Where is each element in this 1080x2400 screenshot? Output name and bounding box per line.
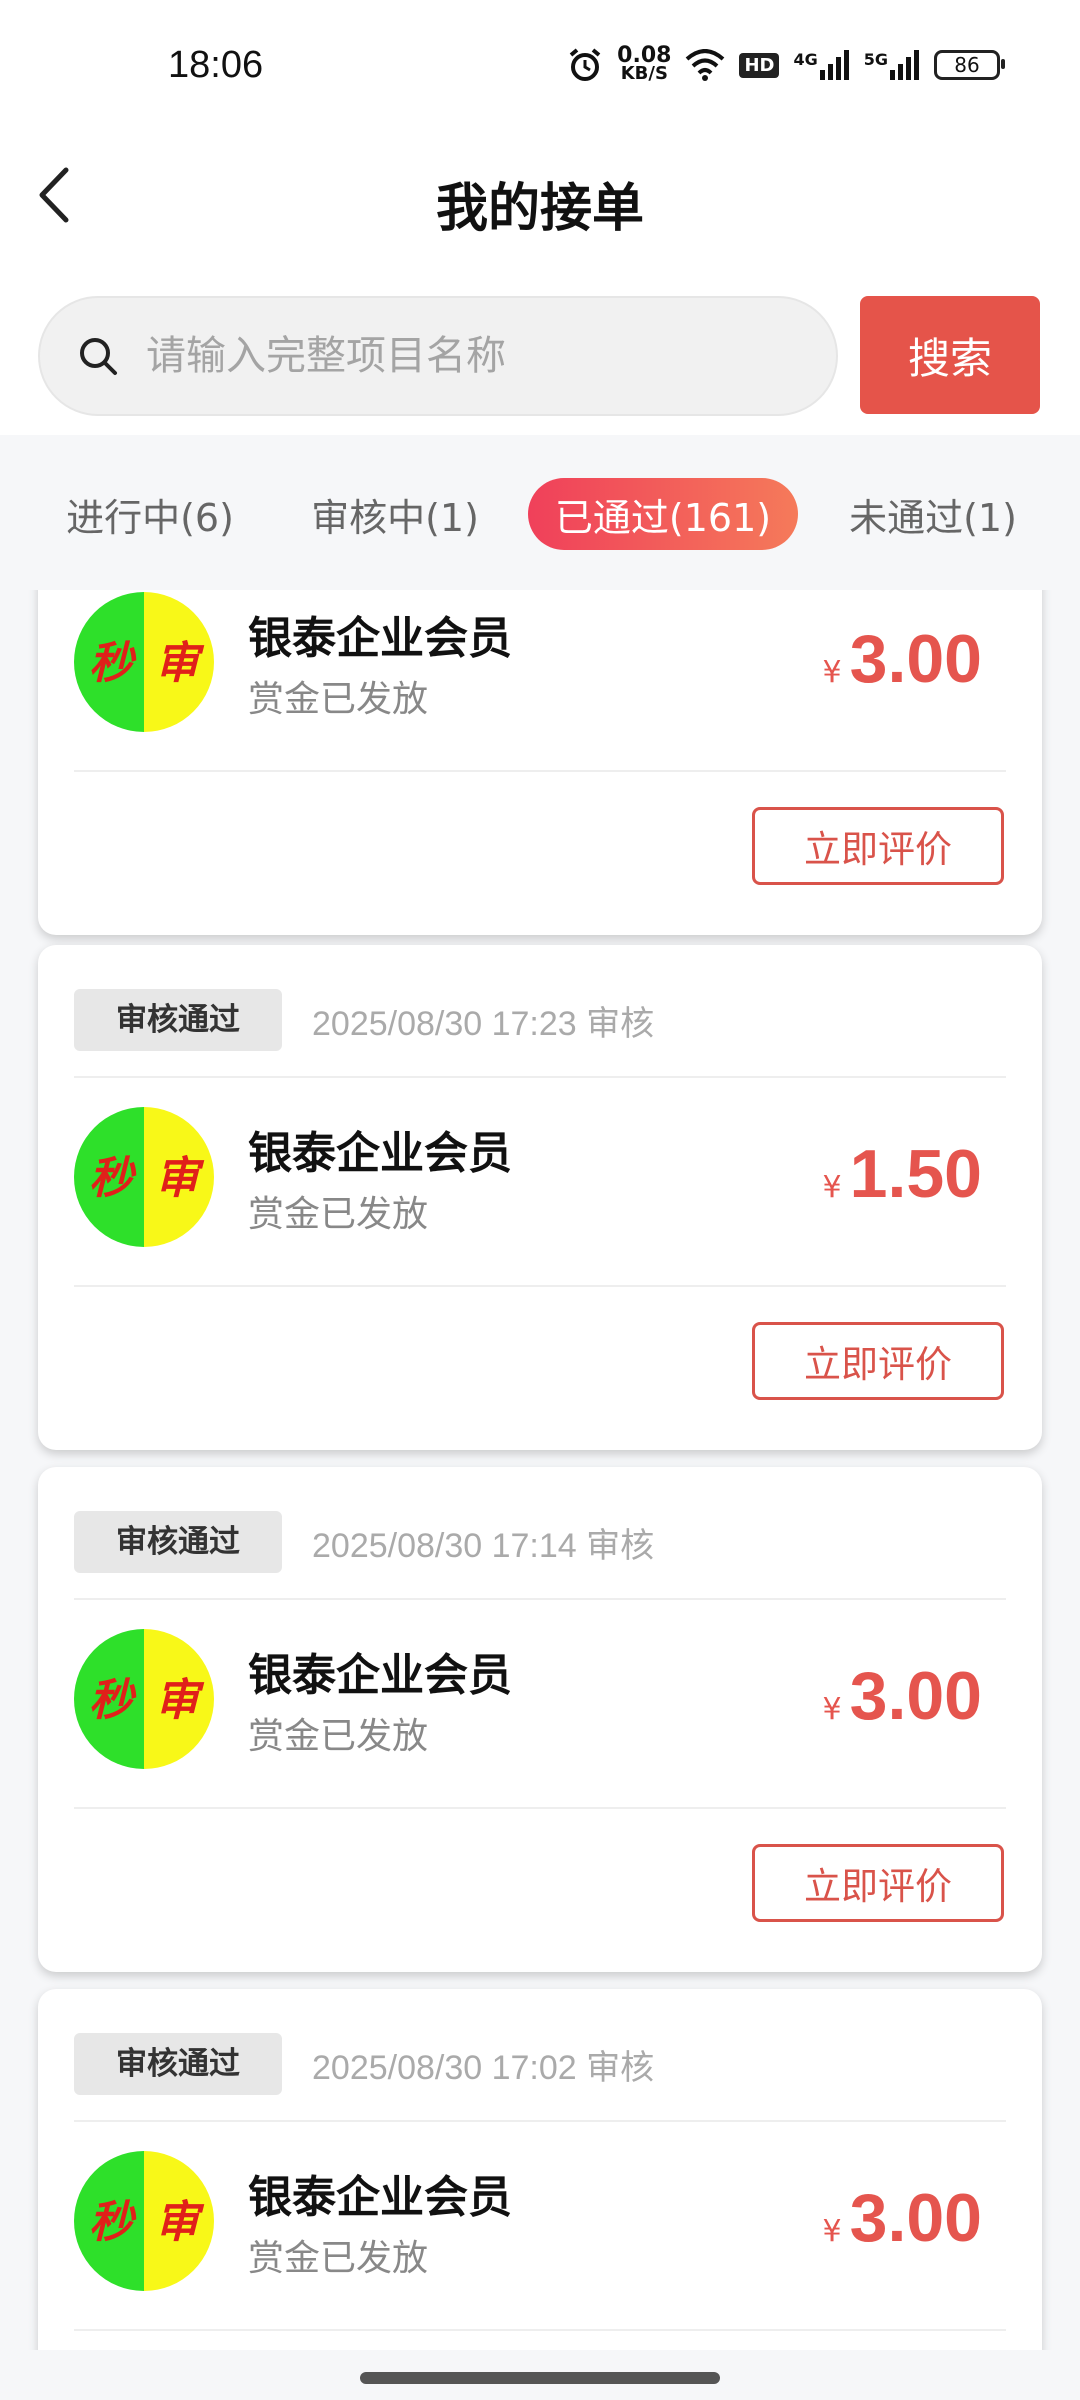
price-amount: 3.00 bbox=[849, 1658, 982, 1734]
order-card[interactable]: 审核通过 2025/08/30 17:23 审核 秒 审 银泰企业会员 赏金已发… bbox=[38, 590, 1042, 935]
price: ¥ 3.00 bbox=[823, 620, 982, 698]
hd-icon: HD bbox=[739, 52, 780, 78]
alarm-icon bbox=[569, 48, 601, 81]
project-logo: 秒 审 bbox=[74, 592, 214, 732]
tab-rejected[interactable]: 未通过(1) bbox=[828, 478, 1038, 550]
svg-text:审: 审 bbox=[155, 2197, 205, 2248]
currency-symbol: ¥ bbox=[822, 1692, 842, 1727]
project-logo: 秒 审 bbox=[74, 1629, 214, 1769]
home-indicator[interactable] bbox=[360, 2372, 720, 2384]
price: ¥ 3.00 bbox=[823, 2179, 982, 2257]
tab-approved[interactable]: 已通过(161) bbox=[528, 478, 798, 550]
rate-now-button[interactable]: 立即评价 bbox=[752, 1322, 1004, 1400]
order-card[interactable]: 审核通过 2025/08/30 17:23 审核 秒 审 银泰企业会员 赏金已发… bbox=[38, 945, 1042, 1450]
divider bbox=[74, 1285, 1006, 1287]
currency-symbol: ¥ bbox=[822, 2214, 842, 2249]
project-name: 银泰企业会员 bbox=[248, 1650, 512, 1701]
status-icons: 0.08 KB/S HD 4G 5G 86 bbox=[567, 40, 1005, 90]
search-input[interactable] bbox=[144, 332, 788, 380]
order-card[interactable]: 审核通过 2025/08/30 17:14 审核 秒 审 银泰企业会员 赏金已发… bbox=[38, 1467, 1042, 1972]
miaoshen-logo-icon: 秒 审 bbox=[74, 1107, 214, 1247]
status-badge: 审核通过 bbox=[74, 989, 282, 1051]
divider bbox=[74, 2329, 1006, 2331]
price-amount: 1.50 bbox=[849, 1136, 982, 1212]
svg-text:秒: 秒 bbox=[89, 1153, 137, 1204]
reward-status: 赏金已发放 bbox=[248, 1716, 429, 1757]
svg-text:审: 审 bbox=[155, 638, 205, 689]
search-button[interactable]: 搜索 bbox=[860, 296, 1040, 414]
divider bbox=[74, 1807, 1006, 1809]
divider bbox=[74, 1076, 1006, 1078]
currency-symbol: ¥ bbox=[822, 655, 842, 690]
status-tabs: 进行中(6) 审核中(1) 已通过(161) 未通过(1) bbox=[0, 440, 1080, 590]
price-amount: 3.00 bbox=[849, 621, 982, 697]
signal-4g-icon: 4G bbox=[793, 50, 849, 80]
network-speed: 0.08 KB/S bbox=[617, 43, 672, 84]
project-name: 银泰企业会员 bbox=[248, 1128, 512, 1179]
order-list[interactable]: 审核通过 2025/08/30 17:23 审核 秒 审 银泰企业会员 赏金已发… bbox=[0, 590, 1080, 2350]
project-name: 银泰企业会员 bbox=[248, 613, 512, 664]
project-name: 银泰企业会员 bbox=[248, 2172, 512, 2223]
miaoshen-logo-icon: 秒 审 bbox=[74, 592, 214, 732]
order-card[interactable]: 审核通过 2025/08/30 17:02 审核 秒 审 银泰企业会员 赏金已发… bbox=[38, 1989, 1042, 2350]
search-bar: 搜索 bbox=[0, 260, 1080, 435]
signal-5g-icon: 5G bbox=[864, 50, 920, 80]
battery-icon: 86 bbox=[934, 50, 1005, 80]
svg-text:秒: 秒 bbox=[89, 2197, 137, 2248]
divider bbox=[74, 770, 1006, 772]
price: ¥ 3.00 bbox=[823, 1657, 982, 1735]
review-time: 2025/08/30 17:02 审核 bbox=[312, 2048, 655, 2087]
search-box[interactable] bbox=[38, 296, 838, 416]
status-badge: 审核通过 bbox=[74, 1511, 282, 1573]
svg-text:审: 审 bbox=[155, 1153, 205, 1204]
status-badge: 审核通过 bbox=[74, 2033, 282, 2095]
nav-header: 我的接单 bbox=[0, 130, 1080, 260]
project-logo: 秒 审 bbox=[74, 1107, 214, 1247]
status-time: 18:06 bbox=[168, 44, 264, 86]
svg-text:秒: 秒 bbox=[89, 638, 137, 689]
search-icon bbox=[80, 338, 117, 375]
price: ¥ 1.50 bbox=[823, 1135, 982, 1213]
rate-now-button[interactable]: 立即评价 bbox=[752, 1844, 1004, 1922]
review-time: 2025/08/30 17:23 审核 bbox=[312, 1004, 655, 1043]
reward-status: 赏金已发放 bbox=[248, 2238, 429, 2279]
miaoshen-logo-icon: 秒 审 bbox=[74, 1629, 214, 1769]
page-title: 我的接单 bbox=[435, 179, 644, 239]
tab-under-review[interactable]: 审核中(1) bbox=[295, 478, 495, 550]
tab-in-progress[interactable]: 进行中(6) bbox=[50, 478, 250, 550]
wifi-icon bbox=[686, 49, 725, 81]
card-header: 审核通过 2025/08/30 17:14 审核 bbox=[74, 1511, 654, 1573]
divider bbox=[74, 2120, 1006, 2122]
reward-status: 赏金已发放 bbox=[248, 679, 429, 720]
divider bbox=[74, 1598, 1006, 1600]
review-time: 2025/08/30 17:14 审核 bbox=[312, 1526, 655, 1565]
currency-symbol: ¥ bbox=[822, 1170, 842, 1205]
project-logo: 秒 审 bbox=[74, 2151, 214, 2291]
rate-now-button[interactable]: 立即评价 bbox=[752, 807, 1004, 885]
miaoshen-logo-icon: 秒 审 bbox=[74, 2151, 214, 2291]
card-header: 审核通过 2025/08/30 17:23 审核 bbox=[74, 989, 654, 1051]
svg-text:秒: 秒 bbox=[89, 1675, 137, 1726]
status-bar: 18:06 0.08 KB/S HD 4G 5G 86 bbox=[0, 0, 1080, 130]
svg-text:审: 审 bbox=[155, 1675, 205, 1726]
card-header: 审核通过 2025/08/30 17:02 审核 bbox=[74, 2033, 654, 2095]
price-amount: 3.00 bbox=[849, 2180, 982, 2256]
reward-status: 赏金已发放 bbox=[248, 1194, 429, 1235]
